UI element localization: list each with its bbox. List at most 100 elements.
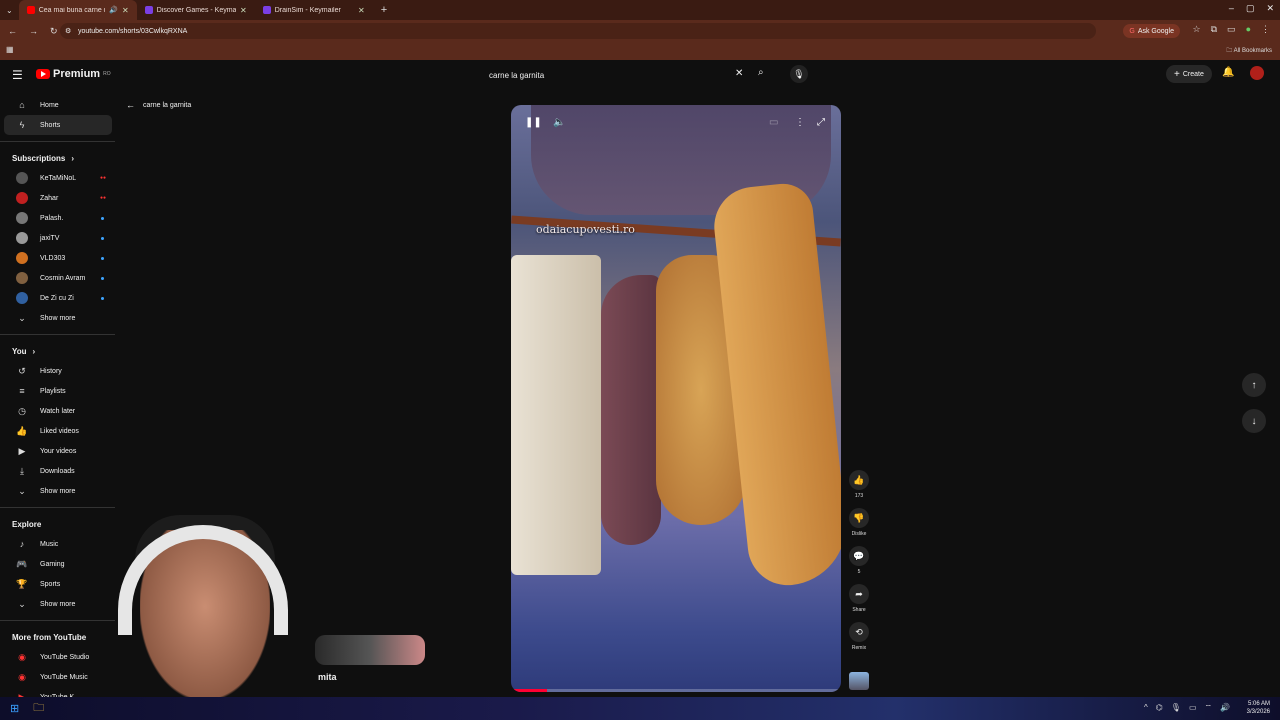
apps-icon[interactable]: ▦ (6, 45, 14, 54)
windows-start-icon[interactable]: ⊞ (10, 702, 19, 715)
sidebar-item-subscription[interactable]: De Zi cu Zi (4, 288, 112, 308)
sidebar-item-sports[interactable]: 🏆 Sports (4, 574, 112, 594)
youtube-logo[interactable]: Premium RO (36, 68, 111, 80)
divider (0, 141, 115, 142)
back-to-search[interactable]: ← carne la garnita (126, 100, 191, 110)
keymailer-favicon-icon (144, 6, 153, 14)
like-action: 👍 173 (846, 470, 872, 499)
sidebar-item-liked-videos[interactable]: 👍 Liked videos (4, 421, 112, 441)
clear-search-icon[interactable]: ✕ (735, 68, 743, 79)
logo-text: Premium (53, 68, 101, 80)
new-content-dot (101, 216, 104, 220)
show-more-label: Show more (40, 487, 76, 495)
sidebar-item-subscription[interactable]: Zahar ●● (4, 188, 112, 208)
dislike-label: Dislike (851, 531, 867, 537)
all-bookmarks-button[interactable]: 🗀 All Bookmarks (1226, 46, 1272, 56)
browser-tab[interactable]: Discover Games - Keymailer ✕ (137, 0, 255, 20)
chevron-up-icon[interactable]: ^ (1144, 703, 1148, 713)
search-input[interactable]: carne la garnita (481, 64, 751, 86)
extensions-icon[interactable]: ⧉ (1211, 24, 1217, 35)
sidebar-item-music[interactable]: ♪ Music (4, 534, 112, 554)
dislike-button[interactable]: 👎 (849, 508, 869, 528)
show-more-you[interactable]: ⌄ Show more (4, 481, 112, 501)
volume-icon[interactable]: 🔈 (553, 117, 565, 128)
show-more-explore[interactable]: ⌄ Show more (4, 594, 112, 614)
sidebar-item-youtube-music[interactable]: ◉ YouTube Music (4, 667, 112, 687)
notifications-bell-icon[interactable]: 🔔 (1222, 67, 1234, 78)
sidebar-item-subscription[interactable]: Palash. (4, 208, 112, 228)
channel-avatar (16, 232, 28, 244)
subscriptions-heading[interactable]: Subscriptions › (0, 148, 115, 168)
menu-icon[interactable]: ⋮ (1261, 24, 1270, 35)
comment-button[interactable]: 💬 (849, 546, 869, 566)
live-icon: ●● (99, 195, 106, 201)
sidebar-item-shorts[interactable]: ϟ Shorts (4, 115, 112, 135)
profile-icon[interactable]: ● (1246, 24, 1251, 35)
you-heading[interactable]: You › (0, 341, 115, 361)
new-content-dot (101, 296, 104, 300)
video-progress-bar[interactable] (511, 689, 841, 692)
new-tab-button[interactable]: + (373, 4, 395, 16)
close-tab-icon[interactable]: ✕ (358, 6, 365, 15)
system-tray: ^ ⌬ 🎙 ▭ ⌔ 🔊 (1144, 703, 1230, 713)
next-short-button[interactable]: ↓ (1242, 409, 1266, 433)
sidebar-item-subscription[interactable]: Cosmin Avram (4, 268, 112, 288)
wifi-icon[interactable]: ⌔ (1205, 703, 1213, 713)
close-tab-icon[interactable]: ✕ (240, 6, 247, 15)
sidebar-item-label: History (40, 367, 62, 375)
fullscreen-icon[interactable]: ⤢ (817, 117, 825, 128)
shorts-video-player[interactable]: odaiacupovesti.ro ❚❚ 🔈 ▭ ⋮ ⤢ (511, 105, 841, 692)
arrow-up-icon: ↑ (1251, 379, 1257, 391)
sidebar-item-subscription[interactable]: KeTaMiNoL ●● (4, 168, 112, 188)
create-button[interactable]: + Create (1166, 65, 1212, 83)
site-info-icon[interactable]: ⚙ (65, 27, 71, 35)
file-explorer-icon[interactable]: 🗀 (33, 699, 44, 718)
maximize-icon[interactable]: ▢ (1246, 3, 1255, 14)
browser-tab-active[interactable]: Cea mai buna carne de po: 🔊 ✕ (18, 0, 137, 20)
microphone-icon[interactable]: 🎙 (790, 65, 808, 83)
close-tab-icon[interactable]: ✕ (122, 6, 129, 15)
captions-icon[interactable]: ▭ (769, 117, 778, 128)
url-input[interactable]: ⚙ youtube.com/shorts/03CwlkqRXNA (60, 23, 1096, 39)
channel-name: Palash. (40, 214, 64, 222)
sidebar-item-your-videos[interactable]: ▶ Your videos (4, 441, 112, 461)
taskbar-clock[interactable]: 5:06 AM 3/3/2026 (1247, 700, 1270, 716)
sidebar-item-gaming[interactable]: 🎮 Gaming (4, 554, 112, 574)
sidebar-item-downloads[interactable]: ⤓ Downloads (4, 461, 112, 481)
network-icon[interactable]: ⌬ (1156, 703, 1163, 713)
sidebar-item-subscription[interactable]: VLD303 (4, 248, 112, 268)
keymailer-favicon-icon (262, 6, 271, 14)
star-icon[interactable]: ☆ (1193, 24, 1201, 35)
arrow-down-icon: ↓ (1251, 415, 1257, 427)
menu-hamburger-icon[interactable]: ☰ (12, 68, 23, 82)
remix-button[interactable]: ⟲ (849, 622, 869, 642)
like-button[interactable]: 👍 (849, 470, 869, 490)
ask-google-button[interactable]: G Ask Google (1123, 24, 1180, 38)
display-icon[interactable]: ▭ (1189, 703, 1197, 713)
reload-icon[interactable]: ↻ (50, 26, 58, 37)
sidepanel-icon[interactable]: ▭ (1227, 24, 1236, 35)
pause-icon[interactable]: ❚❚ (525, 117, 542, 128)
speaker-icon[interactable]: 🔊 (1220, 703, 1230, 713)
sidebar-item-history[interactable]: ↺ History (4, 361, 112, 381)
sidebar-item-home[interactable]: ⌂ Home (4, 95, 112, 115)
previous-short-button[interactable]: ↑ (1242, 373, 1266, 397)
mic-tray-icon[interactable]: 🎙 (1171, 703, 1181, 713)
show-more-subscriptions[interactable]: ⌄ Show more (4, 308, 112, 328)
sound-thumbnail[interactable] (849, 672, 869, 690)
shorts-actions: 👍 173 👎 Dislike 💬 5 ➦ Share ⟲ Remix (846, 470, 872, 660)
sidebar-item-playlists[interactable]: ≡ Playlists (4, 381, 112, 401)
sidebar-item-subscription[interactable]: jaxiTV (4, 228, 112, 248)
account-avatar[interactable] (1250, 66, 1264, 80)
search-icon[interactable]: ⌕ (758, 67, 764, 78)
back-icon[interactable]: ← (8, 26, 17, 37)
share-button[interactable]: ➦ (849, 584, 869, 604)
tab-search-icon[interactable]: ⌄ (0, 6, 19, 15)
sidebar-item-youtube-studio[interactable]: ◉ YouTube Studio (4, 647, 112, 667)
browser-tab[interactable]: DrainSim - Keymailer ✕ (255, 0, 373, 20)
sidebar-item-watch-later[interactable]: ◷ Watch later (4, 401, 112, 421)
forward-icon[interactable]: → (29, 26, 38, 37)
minimize-icon[interactable]: – (1229, 3, 1234, 14)
close-window-icon[interactable]: ✕ (1266, 3, 1274, 14)
more-options-icon[interactable]: ⋮ (795, 117, 805, 128)
